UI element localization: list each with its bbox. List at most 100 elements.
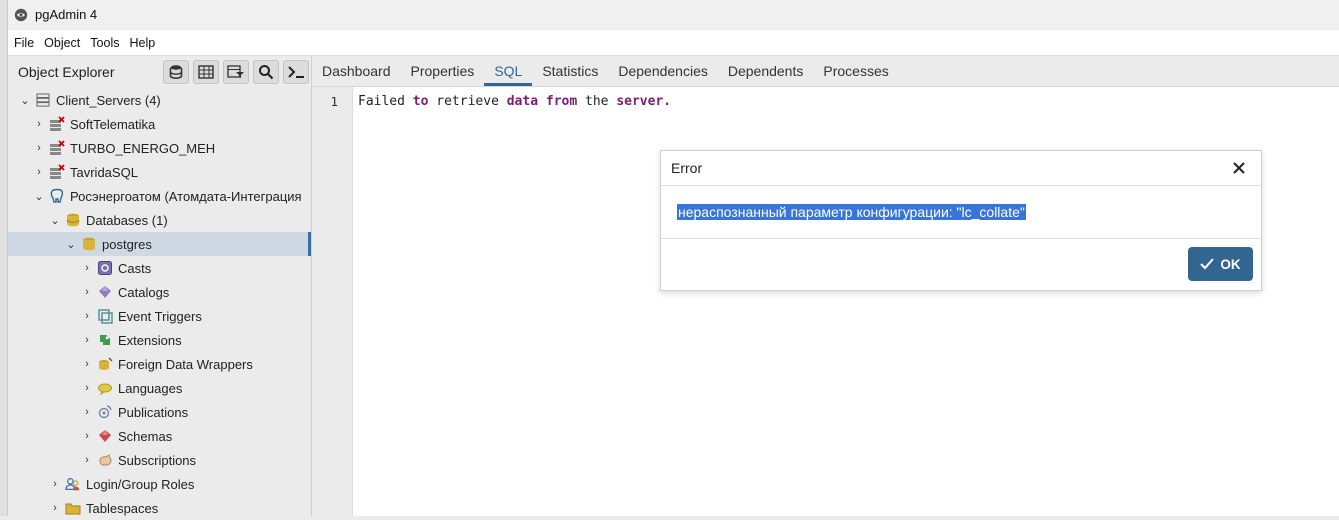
tree-node-label: Foreign Data Wrappers	[118, 356, 253, 372]
tree-node-label: Client_Servers (4)	[56, 92, 161, 108]
chevron-right-icon[interactable]: ›	[80, 261, 94, 275]
tab-dashboard[interactable]: Dashboard	[312, 63, 401, 86]
line-gutter: 1	[312, 87, 353, 516]
tree-node-catalogs[interactable]: › Catalogs	[8, 280, 311, 304]
error-message: нераспознанный параметр конфигурации: "l…	[677, 204, 1026, 220]
check-icon	[1200, 258, 1215, 270]
table-icon	[198, 65, 214, 79]
code-token: Failed	[358, 94, 405, 109]
tab-dependents[interactable]: Dependents	[718, 63, 814, 86]
tree-node-label: postgres	[102, 236, 152, 252]
tab-dependencies[interactable]: Dependencies	[608, 63, 718, 86]
postgres-elephant-icon	[49, 188, 65, 204]
code-keyword: to	[412, 94, 429, 109]
window-title: pgAdmin 4	[35, 7, 98, 22]
schemas-icon	[97, 428, 113, 444]
code-keyword: server.	[616, 94, 672, 109]
tree-node-login-group-roles[interactable]: › Login/Group Roles	[8, 472, 311, 496]
roles-icon	[65, 476, 81, 492]
view-data-button[interactable]	[193, 60, 219, 84]
tree-node-subscriptions[interactable]: › Subscriptions	[8, 448, 311, 472]
chevron-right-icon[interactable]: ›	[80, 453, 94, 467]
chevron-right-icon[interactable]: ›	[32, 141, 46, 155]
tree-node-label: SoftTelematika	[70, 116, 156, 132]
foreign-data-wrapper-icon	[97, 356, 113, 372]
close-icon[interactable]	[1231, 160, 1247, 176]
search-objects-button[interactable]	[253, 60, 279, 84]
dialog-title: Error	[671, 160, 703, 176]
menu-file[interactable]: File	[8, 36, 39, 50]
chevron-right-icon[interactable]: ›	[80, 357, 94, 371]
publication-icon	[97, 404, 113, 420]
chevron-right-icon[interactable]: ›	[80, 309, 94, 323]
tree-node-tablespaces[interactable]: › Tablespaces	[8, 496, 311, 520]
tab-sql[interactable]: SQL	[484, 63, 533, 86]
tree-node-turbo-energo-meh[interactable]: › TURBO_ENERGO_MEH	[8, 136, 311, 160]
tree-node-tavridasql[interactable]: › TavridaSQL	[8, 160, 311, 184]
chevron-right-icon[interactable]: ›	[80, 285, 94, 299]
error-dialog: Error нераспознанный параметр конфигурац…	[660, 150, 1262, 291]
languages-icon	[97, 380, 113, 396]
tree-node-label: Schemas	[118, 428, 173, 444]
chevron-right-icon[interactable]: ›	[32, 165, 46, 179]
tab-bar: Dashboard Properties SQL Statistics Depe…	[312, 56, 1339, 87]
object-explorer-title: Object Explorer	[18, 64, 115, 80]
chevron-down-icon[interactable]: ⌄	[48, 213, 62, 227]
chevron-right-icon[interactable]: ›	[32, 117, 46, 131]
tree-node-publications[interactable]: › Publications	[8, 400, 311, 424]
tree-node-schemas[interactable]: › Schemas	[8, 424, 311, 448]
server-disconnected-icon	[49, 140, 65, 156]
code-token: retrieve	[436, 94, 499, 109]
extensions-icon	[97, 332, 113, 348]
chevron-down-icon[interactable]: ⌄	[64, 237, 78, 251]
chevron-down-icon[interactable]: ⌄	[18, 93, 32, 107]
code-keyword: data	[506, 94, 539, 109]
tree-node-label: Databases (1)	[86, 212, 168, 228]
menu-object[interactable]: Object	[39, 36, 85, 50]
code-token: the	[585, 94, 609, 109]
tree-node-extensions[interactable]: › Extensions	[8, 328, 311, 352]
tree-node-languages[interactable]: › Languages	[8, 376, 311, 400]
ok-button-label: OK	[1220, 256, 1241, 272]
tab-processes[interactable]: Processes	[813, 63, 898, 86]
tree-node-casts[interactable]: › Casts	[8, 256, 311, 280]
tab-statistics[interactable]: Statistics	[532, 63, 608, 86]
catalogs-icon	[97, 284, 113, 300]
menu-bar: File Object Tools Help	[8, 30, 1339, 56]
menu-tools[interactable]: Tools	[85, 36, 124, 50]
query-tool-button[interactable]	[163, 60, 189, 84]
chevron-right-icon[interactable]: ›	[80, 405, 94, 419]
chevron-right-icon[interactable]: ›	[48, 501, 62, 515]
dialog-body: нераспознанный параметр конфигурации: "l…	[661, 186, 1261, 239]
tree-node-event-triggers[interactable]: › Event Triggers	[8, 304, 311, 328]
tree-node-softtelematika[interactable]: › SoftTelematika	[8, 112, 311, 136]
menu-help[interactable]: Help	[124, 36, 160, 50]
tree-node-label: TURBO_ENERGO_MEH	[70, 140, 216, 156]
tree-node-rosenergoatom[interactable]: ⌄ Росэнергоатом (Атомдата-Интеграция	[8, 184, 311, 208]
server-disconnected-icon	[49, 116, 65, 132]
tree-node-databases[interactable]: ⌄ Databases (1)	[8, 208, 311, 232]
object-explorer-header: Object Explorer	[8, 56, 311, 88]
tab-properties[interactable]: Properties	[401, 63, 485, 86]
ok-button[interactable]: OK	[1188, 247, 1253, 281]
window-edge	[0, 0, 8, 516]
casts-icon	[97, 260, 113, 276]
code-keyword: from	[545, 94, 578, 109]
chevron-right-icon[interactable]: ›	[80, 381, 94, 395]
line-number: 1	[330, 94, 338, 109]
chevron-right-icon[interactable]: ›	[48, 477, 62, 491]
chevron-right-icon[interactable]: ›	[80, 429, 94, 443]
tree-node-label: Publications	[118, 404, 189, 420]
tree-node-postgres[interactable]: ⌄ postgres	[8, 232, 311, 256]
dialog-header: Error	[661, 151, 1261, 186]
tree-node-foreign-data-wrappers[interactable]: › Foreign Data Wrappers	[8, 352, 311, 376]
tree-node-client-servers[interactable]: ⌄ Client_Servers (4)	[8, 88, 311, 112]
title-bar: pgAdmin 4	[8, 0, 1339, 29]
server-group-icon	[35, 92, 51, 108]
chevron-down-icon[interactable]: ⌄	[32, 189, 46, 203]
tree-node-label: Subscriptions	[118, 452, 197, 468]
filtered-rows-button[interactable]	[223, 60, 249, 84]
tree-node-label: Event Triggers	[118, 308, 202, 324]
chevron-right-icon[interactable]: ›	[80, 333, 94, 347]
psql-tool-button[interactable]	[283, 60, 309, 84]
